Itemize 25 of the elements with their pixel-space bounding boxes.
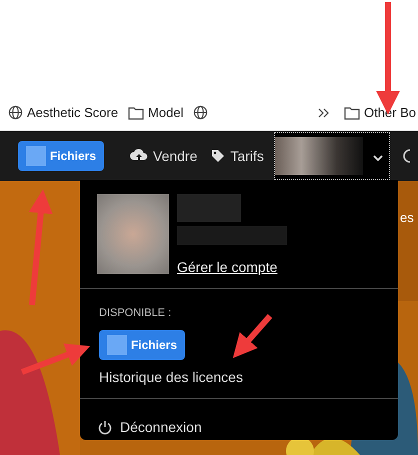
background-text: es [400, 209, 414, 227]
folder-icon [344, 106, 360, 120]
redacted-name [177, 194, 241, 222]
chevron-icon[interactable] [318, 106, 330, 118]
bookmark[interactable]: Aesthetic Score [8, 102, 118, 122]
redacted-logo [26, 146, 46, 166]
manage-account-link[interactable]: Gérer le compte [177, 257, 287, 278]
files-button[interactable]: Fichiers [18, 141, 104, 171]
nav-link[interactable]: Vendre [130, 146, 198, 166]
folder-icon [128, 106, 144, 120]
bookmark[interactable]: Model [128, 102, 184, 122]
globe-icon[interactable] [193, 105, 208, 120]
bookmark[interactable]: Other Bo [344, 102, 418, 122]
files-button[interactable]: Fichiers [99, 330, 185, 360]
power-icon [98, 420, 112, 434]
redacted-logo [107, 334, 127, 354]
license-history-link[interactable]: Historique des licences [99, 366, 243, 388]
globe-icon [8, 105, 23, 120]
tag-icon [211, 149, 226, 163]
annotation-arrow [20, 343, 90, 375]
section-label: DISPONIBLE : [99, 306, 172, 321]
profile-button[interactable] [274, 132, 390, 180]
nav-link[interactable]: Tarifs [211, 146, 264, 166]
annotation-arrow [232, 314, 272, 358]
logout-link[interactable]: Déconnexion [98, 416, 398, 438]
